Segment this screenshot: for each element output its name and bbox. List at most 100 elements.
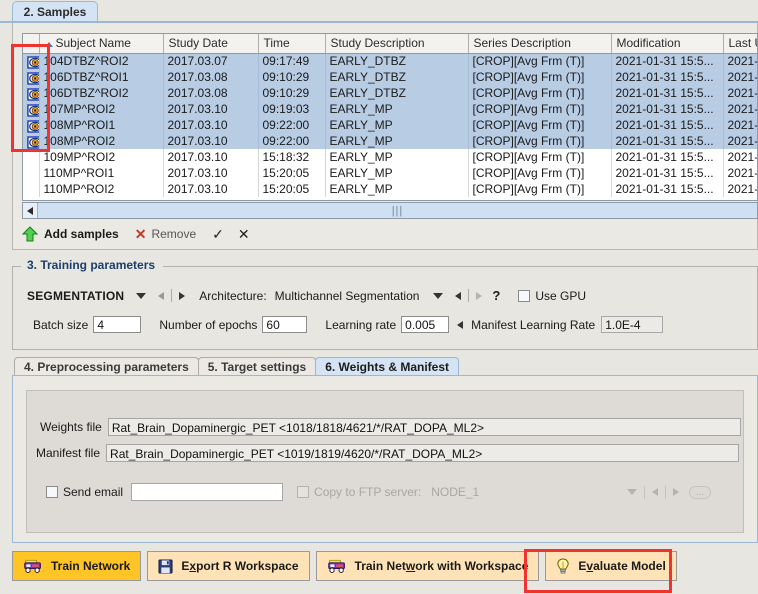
ftp-next-button[interactable] <box>673 488 680 496</box>
column-header-last-use[interactable]: Last Use <box>723 34 757 54</box>
table-row[interactable]: 108MP^ROI2 2017.03.10 09:22:00 EARLY_MP [CRO… <box>23 133 757 149</box>
row-eye-cell[interactable] <box>23 53 40 69</box>
save-disk-icon <box>158 558 173 574</box>
cell-series-description: [CROP][Avg Frm (T)] <box>468 69 612 85</box>
lower-tab-6[interactable]: 6. Weights & Manifest <box>315 357 460 376</box>
add-samples-label: Add samples <box>44 227 119 241</box>
weights-file-label: Weights file <box>40 420 102 434</box>
column-header-study-date[interactable]: Study Date <box>163 34 259 54</box>
column-header-eye[interactable] <box>23 34 40 54</box>
lower-tab-4[interactable]: 4. Preprocessing parameters <box>14 357 199 376</box>
epochs-input[interactable]: 60 <box>262 316 308 333</box>
column-header-study-description[interactable]: Study Description <box>325 34 469 54</box>
eye-icon[interactable] <box>27 136 39 149</box>
table-row[interactable]: 108MP^ROI1 2017.03.10 09:22:00 EARLY_MP [CRO… <box>23 117 757 133</box>
eye-icon[interactable] <box>27 104 39 117</box>
cell-subject-name: 110MP^ROI1 <box>39 165 164 181</box>
samples-horizontal-scrollbar[interactable]: ||| <box>22 202 758 219</box>
manifest-lr-input[interactable]: 1.0E-4 <box>601 316 664 333</box>
ftp-node-value[interactable]: NODE_1 <box>431 485 479 499</box>
send-email-checkbox[interactable] <box>46 486 58 498</box>
column-header-subject-name[interactable]: Subject Name <box>39 34 164 54</box>
help-button[interactable]: ? <box>492 288 500 303</box>
prev-mode-button[interactable] <box>158 291 165 300</box>
table-row[interactable]: 109MP^ROI2 2017.03.10 15:18:32 EARLY_MP [CRO… <box>23 149 757 165</box>
add-samples-button[interactable]: Add samples <box>22 226 119 242</box>
samples-body: 104DTBZ^ROI2 2017.03.07 09:17:49 EARLY_DTBZ… <box>23 53 757 197</box>
confirm-button[interactable]: ✓ ✕ <box>212 226 249 243</box>
architecture-next-button[interactable] <box>476 291 483 300</box>
lightbulb-icon <box>557 557 570 573</box>
ftp-prev-button[interactable] <box>652 488 659 496</box>
tab-samples[interactable]: 2. Samples <box>12 1 98 22</box>
manifest-file-input[interactable]: Rat_Brain_Dopaminergic_PET <1019/1819/46… <box>106 444 740 462</box>
cell-series-description: [CROP][Avg Frm (T)] <box>468 133 612 149</box>
weights-file-row: Weights file Rat_Brain_Dopaminergic_PET … <box>40 418 741 436</box>
save-disk-icon <box>158 558 173 574</box>
copy-ftp-checkbox[interactable] <box>297 486 310 498</box>
batch-size-input[interactable]: 4 <box>93 316 142 333</box>
architecture-prev-button[interactable] <box>455 291 462 300</box>
samples-table-container[interactable]: Subject Name Study Date Time Study Descr… <box>22 33 758 201</box>
use-gpu-checkbox[interactable] <box>518 289 531 302</box>
divider <box>665 485 667 499</box>
row-eye-cell[interactable] <box>23 69 40 85</box>
column-header-modification[interactable]: Modification <box>611 34 724 54</box>
export-r-workspace-button[interactable]: Export R Workspace <box>147 551 310 581</box>
lower-tab-5[interactable]: 5. Target settings <box>197 357 317 376</box>
train-icon <box>327 559 345 573</box>
table-row[interactable]: 107MP^ROI2 2017.03.10 09:19:03 EARLY_MP [CRO… <box>23 101 757 117</box>
x-icon[interactable]: ✕ <box>238 226 250 243</box>
architecture-value[interactable]: Multichannel Segmentation <box>275 289 420 303</box>
row-eye-cell[interactable] <box>23 133 40 149</box>
column-header-series-description[interactable]: Series Description <box>468 34 612 54</box>
cell-series-description: [CROP][Avg Frm (T)] <box>468 149 612 165</box>
train-network-button[interactable]: Train Network <box>12 551 142 581</box>
scrollbar-thumb[interactable]: ||| <box>38 203 757 218</box>
row-eye-cell[interactable] <box>23 85 40 101</box>
table-row[interactable]: 110MP^ROI2 2017.03.10 15:20:05 EARLY_MP [CRO… <box>23 181 757 197</box>
email-input[interactable] <box>131 483 284 501</box>
cell-time: 09:10:29 <box>258 85 326 101</box>
row-eye-cell[interactable] <box>23 101 40 117</box>
cell-last-use: 2021-10-1 <box>723 101 757 117</box>
cell-study-date: 2017.03.10 <box>163 117 259 133</box>
row-eye-cell[interactable] <box>23 165 40 181</box>
train-network-with-workspace-button[interactable]: Train Network with Workspace <box>315 551 540 581</box>
learning-rate-label: Learning rate <box>325 317 397 332</box>
architecture-chevron-down-icon[interactable] <box>433 292 444 299</box>
cell-modification: 2021-01-31 15:5... <box>611 181 724 197</box>
table-row[interactable]: 106DTBZ^ROI1 2017.03.08 09:10:29 EARLY_DTBZ… <box>23 69 757 85</box>
ftp-ellipsis-button[interactable]: ... <box>689 485 712 499</box>
learning-rate-input[interactable]: 0.005 <box>401 316 450 333</box>
remove-button[interactable]: ✕ Remove <box>135 226 196 243</box>
chevron-down-icon[interactable] <box>136 292 147 299</box>
cell-subject-name: 110MP^ROI2 <box>39 181 164 197</box>
manifest-lr-prev-icon[interactable] <box>457 320 464 329</box>
cell-time: 15:20:05 <box>258 181 326 197</box>
scroll-left-button[interactable] <box>23 203 38 218</box>
evaluate-model-button[interactable]: Evaluate Model <box>545 551 677 581</box>
eye-icon[interactable] <box>27 72 39 85</box>
eye-icon[interactable] <box>27 88 39 101</box>
eye-icon[interactable] <box>27 56 39 69</box>
row-eye-cell[interactable] <box>23 181 40 197</box>
cell-time: 09:10:29 <box>258 69 326 85</box>
cell-study-date: 2017.03.08 <box>163 85 259 101</box>
scrollbar-track[interactable]: ||| <box>38 203 757 218</box>
weights-file-input[interactable]: Rat_Brain_Dopaminergic_PET <1018/1818/46… <box>107 418 741 436</box>
row-eye-cell[interactable] <box>23 149 40 165</box>
cell-modification: 2021-01-31 15:5... <box>611 133 724 149</box>
notification-options-row: Send email Copy to FTP server: NODE_1 ..… <box>46 483 746 501</box>
column-header-time[interactable]: Time <box>258 34 326 54</box>
cell-series-description: [CROP][Avg Frm (T)] <box>468 117 612 133</box>
table-row[interactable]: 106DTBZ^ROI2 2017.03.08 09:10:29 EARLY_DTBZ… <box>23 85 757 101</box>
arrow-left-icon <box>27 206 33 215</box>
eye-icon[interactable] <box>27 120 39 133</box>
row-eye-cell[interactable] <box>23 117 40 133</box>
table-row[interactable]: 104DTBZ^ROI2 2017.03.07 09:17:49 EARLY_DTBZ… <box>23 53 757 69</box>
ftp-node-chevron-down-icon[interactable] <box>627 489 638 495</box>
cell-last-use: 2021-10-1 <box>723 181 757 197</box>
table-row[interactable]: 110MP^ROI1 2017.03.10 15:20:05 EARLY_MP [CRO… <box>23 165 757 181</box>
next-mode-button[interactable] <box>179 291 186 300</box>
